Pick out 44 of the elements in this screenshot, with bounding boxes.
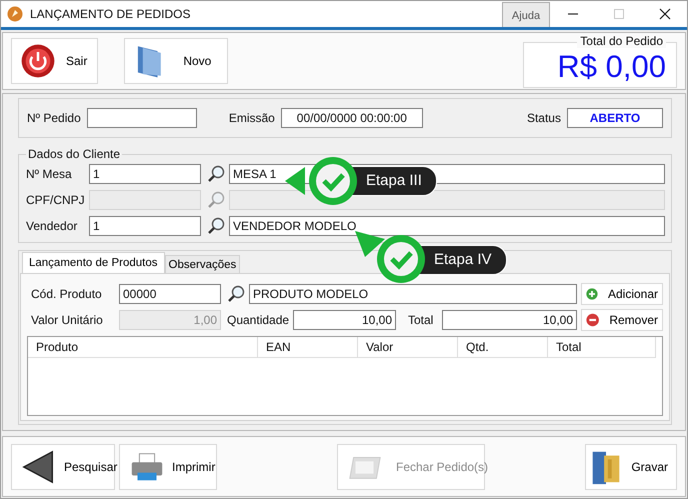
app-icon xyxy=(7,6,23,22)
plus-icon xyxy=(586,286,598,302)
toolbar-button[interactable]: Sair xyxy=(11,38,98,84)
column-header[interactable]: Valor xyxy=(358,337,458,357)
field-label: CPF/CNPJ xyxy=(26,192,86,206)
add-button[interactable]: Adicionar xyxy=(581,282,663,304)
footer-button[interactable]: Gravar xyxy=(585,444,677,490)
footer-button[interactable]: Imprimir xyxy=(119,444,217,490)
help-button[interactable]: Ajuda xyxy=(502,2,550,29)
product-code-field[interactable]: 00000 xyxy=(119,284,221,304)
tab[interactable]: Observações xyxy=(164,255,240,273)
column-header[interactable]: EAN xyxy=(258,337,358,357)
field-label: Total xyxy=(408,312,434,326)
tab[interactable]: Lançamento de Produtos xyxy=(22,252,165,273)
total-field[interactable]: 10,00 xyxy=(442,310,577,330)
footer-button[interactable]: Pesquisar xyxy=(11,444,115,490)
column-header[interactable]: Total xyxy=(548,337,656,357)
total-label: Total do Pedido xyxy=(577,34,666,48)
window-title: LANÇAMENTO DE PEDIDOS xyxy=(30,7,190,21)
status-field[interactable]: ABERTO xyxy=(566,108,663,128)
emission-field[interactable]: 00/00/0000 00:00:00 xyxy=(280,108,423,128)
group-title: Dados do Cliente xyxy=(27,147,122,161)
field-label: Nº Mesa xyxy=(26,166,73,180)
power-icon xyxy=(20,43,56,79)
remove-button[interactable]: Remover xyxy=(581,308,663,330)
field-label: Valor Unitário xyxy=(30,312,104,326)
toolbar-button[interactable]: Novo xyxy=(124,38,228,84)
code-field[interactable]: 1 xyxy=(89,216,201,236)
name-field[interactable]: VENDEDOR MODELO xyxy=(229,216,665,236)
field-label: Status xyxy=(526,111,561,125)
field-label: Quantidade xyxy=(227,312,290,326)
field-label: Emissão xyxy=(228,111,275,125)
column-header[interactable]: Produto xyxy=(28,337,258,357)
minus-icon xyxy=(586,312,600,328)
field-label: Cód. Produto xyxy=(30,286,103,300)
column-header[interactable]: Qtd. xyxy=(458,337,548,357)
close-icon[interactable] xyxy=(659,8,671,20)
quantity-field[interactable]: 10,00 xyxy=(293,310,396,330)
order-number-field[interactable] xyxy=(86,108,197,128)
field-label: Nº Pedido xyxy=(27,111,81,125)
product-name-field[interactable]: PRODUTO MODELO xyxy=(249,284,577,304)
field-label: Vendedor xyxy=(26,218,78,232)
code-field[interactable]: 1 xyxy=(89,164,201,184)
total-value: R$ 0,00 xyxy=(557,49,666,85)
